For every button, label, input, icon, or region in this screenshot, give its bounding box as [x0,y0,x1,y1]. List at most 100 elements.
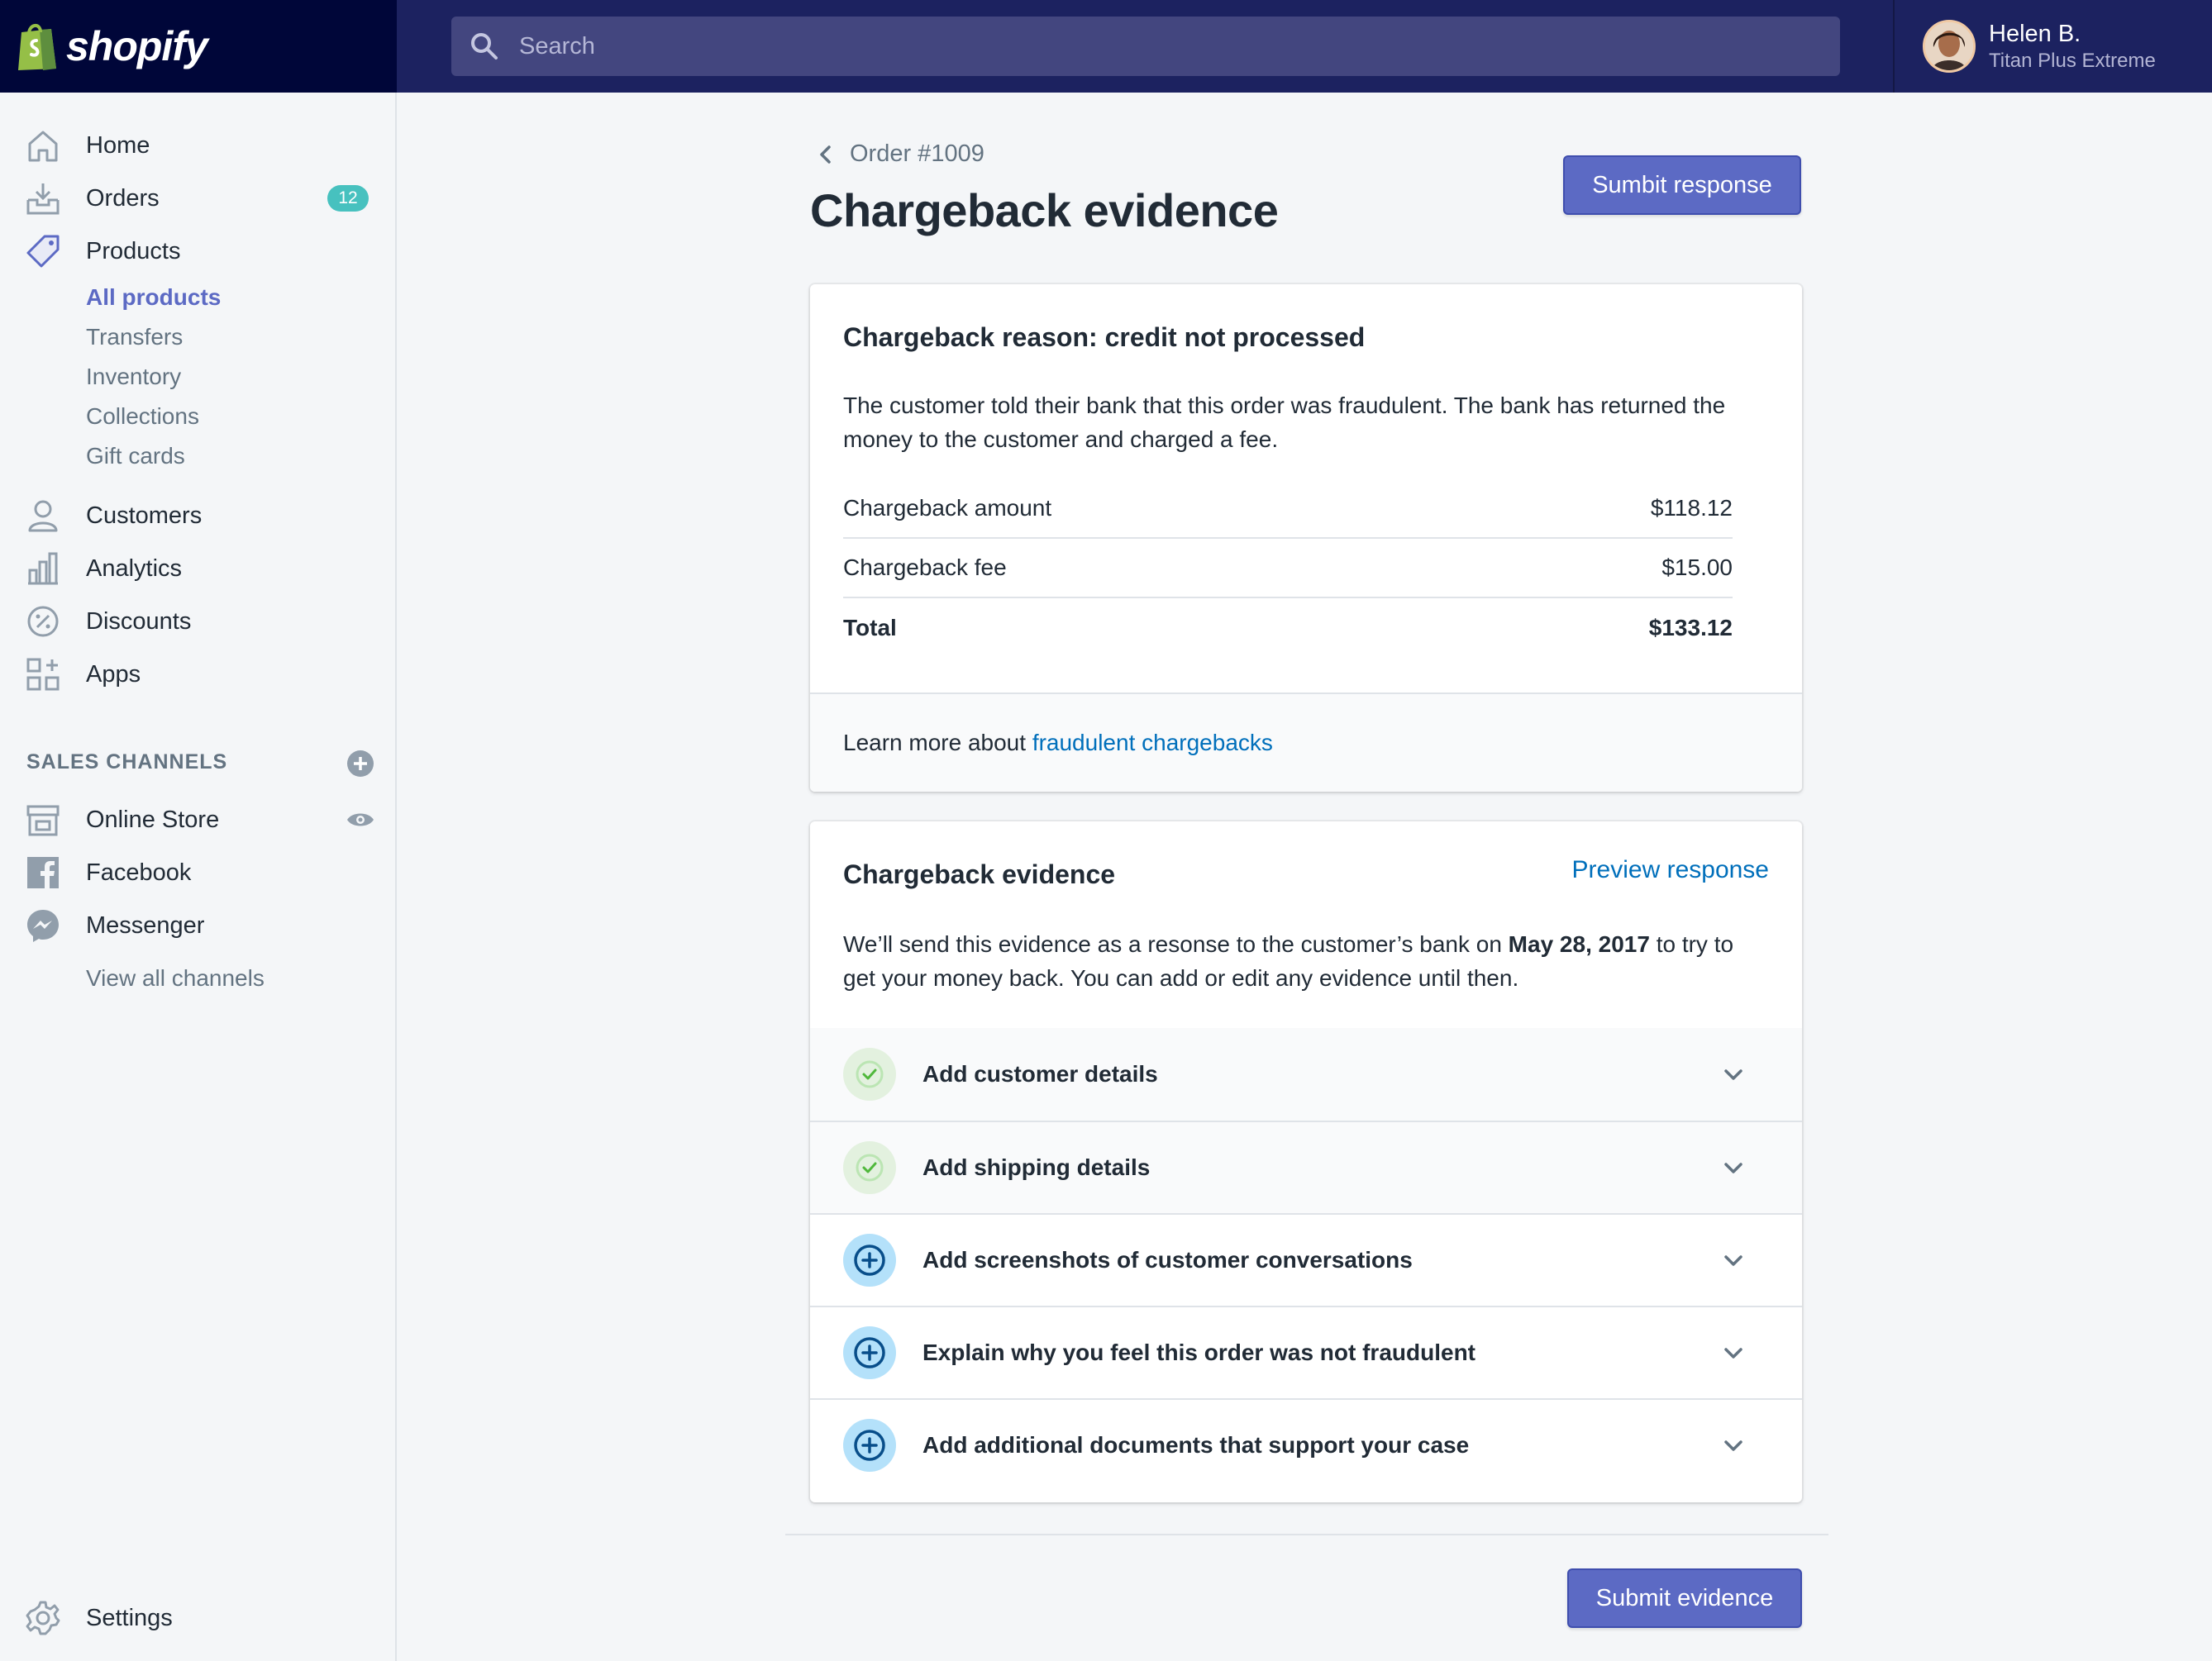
submit-evidence-button[interactable]: Submit evidence [1567,1568,1802,1628]
user-menu[interactable]: Helen B. Titan Plus Extreme [1893,0,2212,93]
chargeback-fee-row: Chargeback fee $15.00 [843,539,1733,598]
evidence-item-shipping-details[interactable]: Add shipping details [810,1121,1802,1213]
breadcrumb-label: Order #1009 [850,140,984,167]
evidence-date: May 28, 2017 [1508,931,1650,957]
sidebar-item-home[interactable]: Home [0,121,395,170]
store-name: Titan Plus Extreme [1989,50,2156,72]
chargeback-amount-row: Chargeback amount $118.12 [843,479,1733,539]
sidebar-item-orders[interactable]: Orders 12 [0,174,395,223]
sidebar-item-label: Online Store [86,806,220,833]
chargeback-reason-card: Chargeback reason: credit not processed … [810,284,1802,792]
sidebar-item-settings[interactable]: Settings [0,1593,395,1643]
tag-icon [26,235,60,268]
chevron-down-icon [1724,1163,1742,1173]
chevron-left-icon [820,145,831,164]
sidebar-item-customers[interactable]: Customers [0,491,395,540]
reason-card-footer: Learn more about fraudulent chargebacks [810,692,1802,792]
facebook-icon [27,857,59,888]
sidebar-item-facebook[interactable]: Facebook [0,848,395,897]
evidence-item-label: Add shipping details [922,1154,1151,1180]
sidebar-item-label: Settings [86,1604,173,1631]
sidebar-item-label: Customers [86,502,203,529]
row-label: Chargeback fee [843,554,1007,580]
evidence-item-label: Add additional documents that support yo… [922,1432,1470,1458]
subnav-transfers[interactable]: Transfers [86,324,183,350]
user-name: Helen B. [1989,21,2081,47]
sidebar-item-label: Facebook [86,859,192,886]
sidebar-item-products[interactable]: Products [0,226,395,276]
sidebar-item-analytics[interactable]: Analytics [0,544,395,593]
preview-response-link[interactable]: Preview response [1572,856,1769,884]
chevron-down-icon [1724,1069,1742,1080]
sidebar-item-label: Apps [86,660,141,688]
row-label: Chargeback amount [843,495,1052,521]
plus-circle-icon [843,1419,896,1472]
sidebar-item-discounts[interactable]: Discounts [0,597,395,646]
sidebar: Home Orders 12 Products All products Tra… [0,93,397,1661]
learn-more-text: Learn more about [843,730,1032,755]
fraudulent-chargebacks-link[interactable]: fraudulent chargebacks [1032,730,1273,756]
subnav-inventory[interactable]: Inventory [86,364,181,390]
breadcrumb[interactable]: Order #1009 [813,140,984,168]
search-icon [471,33,498,59]
evidence-item-explanation[interactable]: Explain why you feel this order was not … [810,1306,1802,1398]
store-icon [26,805,60,836]
evidence-item-screenshots[interactable]: Add screenshots of customer conversation… [810,1213,1802,1306]
home-icon [28,131,58,162]
sidebar-item-apps[interactable]: Apps [0,650,395,699]
avatar [1923,20,1976,73]
shopify-bag-icon [18,24,56,70]
top-bar: shopify Helen B. Titan Plus Extreme [0,0,2212,93]
sidebar-item-online-store[interactable]: Online Store [0,795,395,845]
row-label: Total [843,615,897,640]
shopify-logo[interactable]: shopify [0,0,397,93]
apps-icon [26,658,60,691]
evidence-text-before: We’ll send this evidence as a resonse to… [843,931,1509,957]
evidence-item-documents[interactable]: Add additional documents that support yo… [810,1398,1802,1491]
orders-count-badge: 12 [327,185,369,212]
page-title: Chargeback evidence [810,184,1279,236]
evidence-card-title: Chargeback evidence [843,859,1116,889]
add-channel-icon[interactable] [346,749,375,778]
submit-response-button[interactable]: Sumbit response [1563,155,1801,215]
sidebar-item-messenger[interactable]: Messenger [0,901,395,950]
subnav-gift-cards[interactable]: Gift cards [86,443,185,469]
check-circle-icon [843,1048,896,1101]
eye-icon[interactable] [346,805,375,835]
evidence-item-label: Add screenshots of customer conversation… [922,1247,1413,1273]
row-value: $118.12 [1650,495,1733,521]
view-all-channels-link[interactable]: View all channels [86,965,265,992]
plus-circle-icon [843,1234,896,1287]
evidence-item-label: Add customer details [922,1061,1158,1087]
messenger-icon [27,910,59,942]
evidence-description: We’ll send this evidence as a resonse to… [843,927,1769,995]
chevron-down-icon [1724,1348,1742,1359]
row-value: $15.00 [1661,554,1733,580]
chevron-down-icon [1724,1255,1742,1266]
sidebar-item-label: Discounts [86,607,192,635]
subnav-all-products[interactable]: All products [86,284,221,311]
search-bar[interactable] [451,17,1840,76]
avatar-image [1925,22,1973,70]
bar-chart-icon [28,552,58,585]
plus-circle-icon [843,1326,896,1379]
chargeback-evidence-card: Chargeback evidence Preview response We’… [810,821,1802,1502]
evidence-item-customer-details[interactable]: Add customer details [810,1028,1802,1121]
brand-name: shopify [66,23,208,69]
reason-card-title: Chargeback reason: credit not processed [843,322,1366,352]
subnav-collections[interactable]: Collections [86,403,199,430]
gear-icon [26,1601,60,1635]
sidebar-item-label: Products [86,237,181,264]
sidebar-item-label: Orders [86,184,160,212]
check-circle-icon [843,1141,896,1194]
discount-icon [27,606,59,637]
search-input[interactable] [519,32,1759,60]
page-divider [785,1534,1828,1535]
person-icon [28,500,58,532]
reason-description: The customer told their bank that this o… [843,393,1726,452]
orders-icon [26,183,60,215]
sidebar-item-label: Messenger [86,911,205,939]
sidebar-item-label: Analytics [86,554,183,582]
total-row: Total $133.12 [843,598,1733,658]
row-value: $133.12 [1648,615,1733,640]
